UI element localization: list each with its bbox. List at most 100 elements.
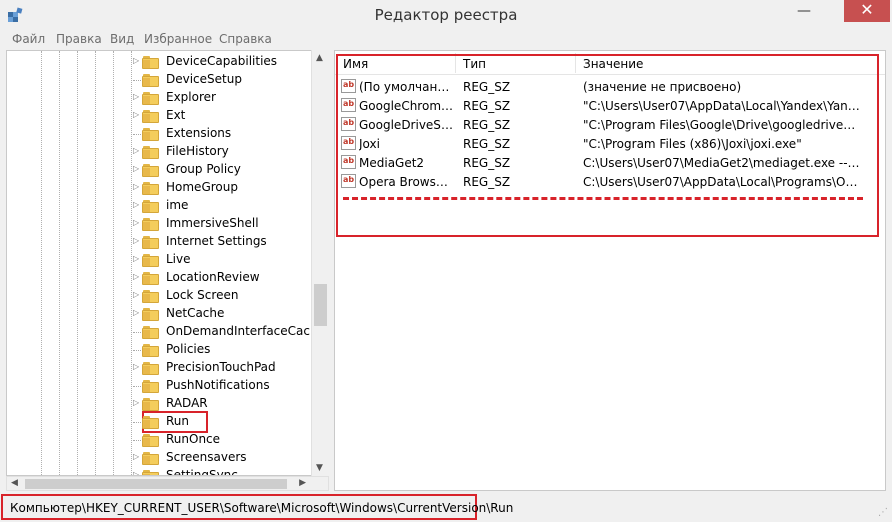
folder-icon (142, 380, 159, 393)
tree-item[interactable]: ▷ RADAR (7, 395, 312, 413)
folder-icon (142, 128, 159, 141)
value-type: REG_SZ (463, 118, 511, 132)
tree-item[interactable]: ▷ Group Policy (7, 161, 312, 179)
folder-icon (142, 92, 159, 105)
expand-arrow-icon[interactable]: ▷ (133, 146, 139, 155)
value-data: (значение не присвоено) (583, 80, 742, 94)
string-value-icon: ab (341, 117, 356, 131)
tree-item[interactable]: ▷ DeviceCapabilities (7, 53, 312, 71)
expand-arrow-icon[interactable]: ▷ (133, 452, 139, 461)
expand-arrow-icon[interactable]: ▷ (133, 236, 139, 245)
tree-item-label: PushNotifications (166, 378, 270, 392)
value-data: C:\Users\User07\MediaGet2\mediaget.exe -… (583, 156, 861, 170)
tree-item[interactable]: ▷ LocationReview (7, 269, 312, 287)
menu-edit[interactable]: Правка (56, 32, 102, 46)
menu-bar: Файл Правка Вид Избранное Справка (0, 30, 892, 50)
tree-item-label: Explorer (166, 90, 216, 104)
scroll-down-icon[interactable]: ▼ (316, 463, 323, 473)
values-list[interactable]: Имя Тип Значение ab (По умолчанию) REG_SZ(… (334, 50, 886, 491)
tree-item-label: Screensavers (166, 450, 247, 464)
key-path: Компьютер\HKEY_CURRENT_USER\Software\Mic… (10, 501, 514, 515)
tree-connector (133, 80, 141, 81)
string-value-icon: ab (341, 155, 356, 169)
tree-item[interactable]: ▷ Ext (7, 107, 312, 125)
tree-horizontal-scrollbar[interactable]: ◀ ▶ (6, 476, 329, 491)
tree-connector (133, 134, 141, 135)
folder-icon (142, 398, 159, 411)
scroll-right-icon[interactable]: ▶ (299, 478, 306, 488)
value-row[interactable]: ab (По умолчанию) REG_SZ (значение не присв… (335, 77, 885, 96)
menu-help[interactable]: Справка (219, 32, 272, 46)
folder-icon (142, 272, 159, 285)
expand-arrow-icon[interactable]: ▷ (133, 362, 139, 371)
scroll-up-icon[interactable]: ▲ (316, 53, 323, 63)
menu-favorites[interactable]: Избранное (144, 32, 212, 46)
expand-arrow-icon[interactable]: ▷ (133, 308, 139, 317)
expand-arrow-icon[interactable]: ▷ (133, 200, 139, 209)
tree-item[interactable]: ▷ PrecisionTouchPad (7, 359, 312, 377)
tree-item[interactable]: DeviceSetup (7, 71, 312, 89)
tree-item[interactable]: ▷ ime (7, 197, 312, 215)
expand-arrow-icon[interactable]: ▷ (133, 398, 139, 407)
menu-view[interactable]: Вид (110, 32, 134, 46)
expand-arrow-icon[interactable]: ▷ (133, 164, 139, 173)
scroll-thumb[interactable] (314, 284, 327, 326)
title-bar: Редактор реестра — ✕ (0, 0, 892, 30)
tree-item[interactable]: RunOnce (7, 431, 312, 449)
tree-item[interactable]: Extensions (7, 125, 312, 143)
tree-item[interactable]: ▷ FileHistory (7, 143, 312, 161)
value-row[interactable]: ab MediaGet2 REG_SZ C:\Users\User07\MediaGe… (335, 153, 885, 172)
registry-key-tree[interactable]: ▷ DeviceCapabilities DeviceSetup ▷ Explorer ▷… (6, 50, 329, 476)
tree-item[interactable]: PushNotifications (7, 377, 312, 395)
tree-item[interactable]: ▷ SettingSync (7, 467, 312, 475)
value-name: Joxi (359, 137, 380, 151)
menu-file[interactable]: Файл (12, 32, 45, 46)
window-title: Редактор реестра (374, 6, 518, 24)
expand-arrow-icon[interactable]: ▷ (133, 56, 139, 65)
tree-item-label: Internet Settings (166, 234, 267, 248)
minimize-button[interactable]: — (790, 0, 818, 22)
expand-arrow-icon[interactable]: ▷ (133, 92, 139, 101)
tree-item[interactable]: ▷ Internet Settings (7, 233, 312, 251)
tree-item-label: RunOnce (166, 432, 221, 446)
tree-item[interactable]: ▷ NetCache (7, 305, 312, 323)
tree-item-label: LocationReview (166, 270, 260, 284)
value-row[interactable]: ab Joxi REG_SZ "C:\Program Files (x86)\Joxi… (335, 134, 885, 153)
expand-arrow-icon[interactable]: ▷ (133, 290, 139, 299)
tree-vertical-scrollbar[interactable]: ▲ ▼ (311, 50, 329, 476)
value-row[interactable]: abOpera Browser Assistant REG_SZ C:\Users\… (335, 172, 885, 191)
tree-connector (133, 422, 141, 423)
tree-item[interactable]: ▷ Screensavers (7, 449, 312, 467)
tree-item[interactable]: Run (7, 413, 312, 431)
value-type: REG_SZ (463, 99, 511, 113)
expand-arrow-icon[interactable]: ▷ (133, 110, 139, 119)
close-button[interactable]: ✕ (844, 0, 890, 22)
value-row[interactable]: ab GoogleDriveSync REG_SZ "C:\Program Files… (335, 115, 885, 134)
folder-icon (142, 254, 159, 267)
value-row[interactable]: abGoogleChromeAutoLaunch REG_SZ "C:\Users\… (335, 96, 885, 115)
folder-icon (142, 416, 159, 429)
tree-item[interactable]: ▷ Live (7, 251, 312, 269)
scroll-thumb[interactable] (25, 479, 287, 489)
tree-item[interactable]: ▷ Lock Screen (7, 287, 312, 305)
tree-item-label: DeviceCapabilities (166, 54, 278, 68)
value-name: GoogleChromeAutoLaunch (359, 99, 454, 113)
resize-grip-icon[interactable]: ⋰ (878, 507, 888, 518)
value-type: REG_SZ (463, 137, 511, 151)
tree-item[interactable]: ▷ Explorer (7, 89, 312, 107)
tree-connector (133, 440, 141, 441)
expand-arrow-icon[interactable]: ▷ (133, 182, 139, 191)
tree-item[interactable]: ▷ HomeGroup (7, 179, 312, 197)
tree-item[interactable]: Policies (7, 341, 312, 359)
string-value-icon: ab (341, 174, 356, 188)
tree-item[interactable]: OnDemandInterfaceCache (7, 323, 325, 341)
tree-connector (133, 332, 141, 333)
expand-arrow-icon[interactable]: ▷ (133, 272, 139, 281)
expand-arrow-icon[interactable]: ▷ (133, 218, 139, 227)
tree-item[interactable]: ▷ ImmersiveShell (7, 215, 312, 233)
folder-icon (142, 236, 159, 249)
tree-item-label: Group Policy (166, 162, 241, 176)
expand-arrow-icon[interactable]: ▷ (133, 254, 139, 263)
folder-icon (142, 434, 159, 447)
scroll-left-icon[interactable]: ◀ (11, 478, 18, 488)
